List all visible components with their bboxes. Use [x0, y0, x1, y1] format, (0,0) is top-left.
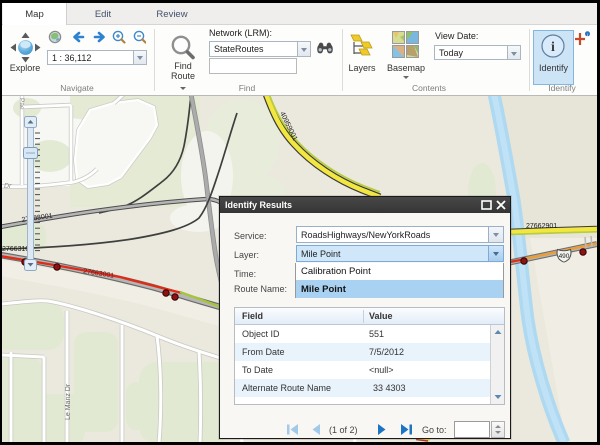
svg-text:Pae: Pae: [18, 98, 25, 110]
svg-text:Dr: Dr: [4, 183, 12, 190]
svg-text:i: i: [551, 40, 555, 55]
svg-text:27662901: 27662901: [526, 223, 557, 230]
svg-text:490: 490: [559, 253, 570, 260]
svg-text:Le Manz Dr: Le Manz Dr: [65, 383, 72, 420]
